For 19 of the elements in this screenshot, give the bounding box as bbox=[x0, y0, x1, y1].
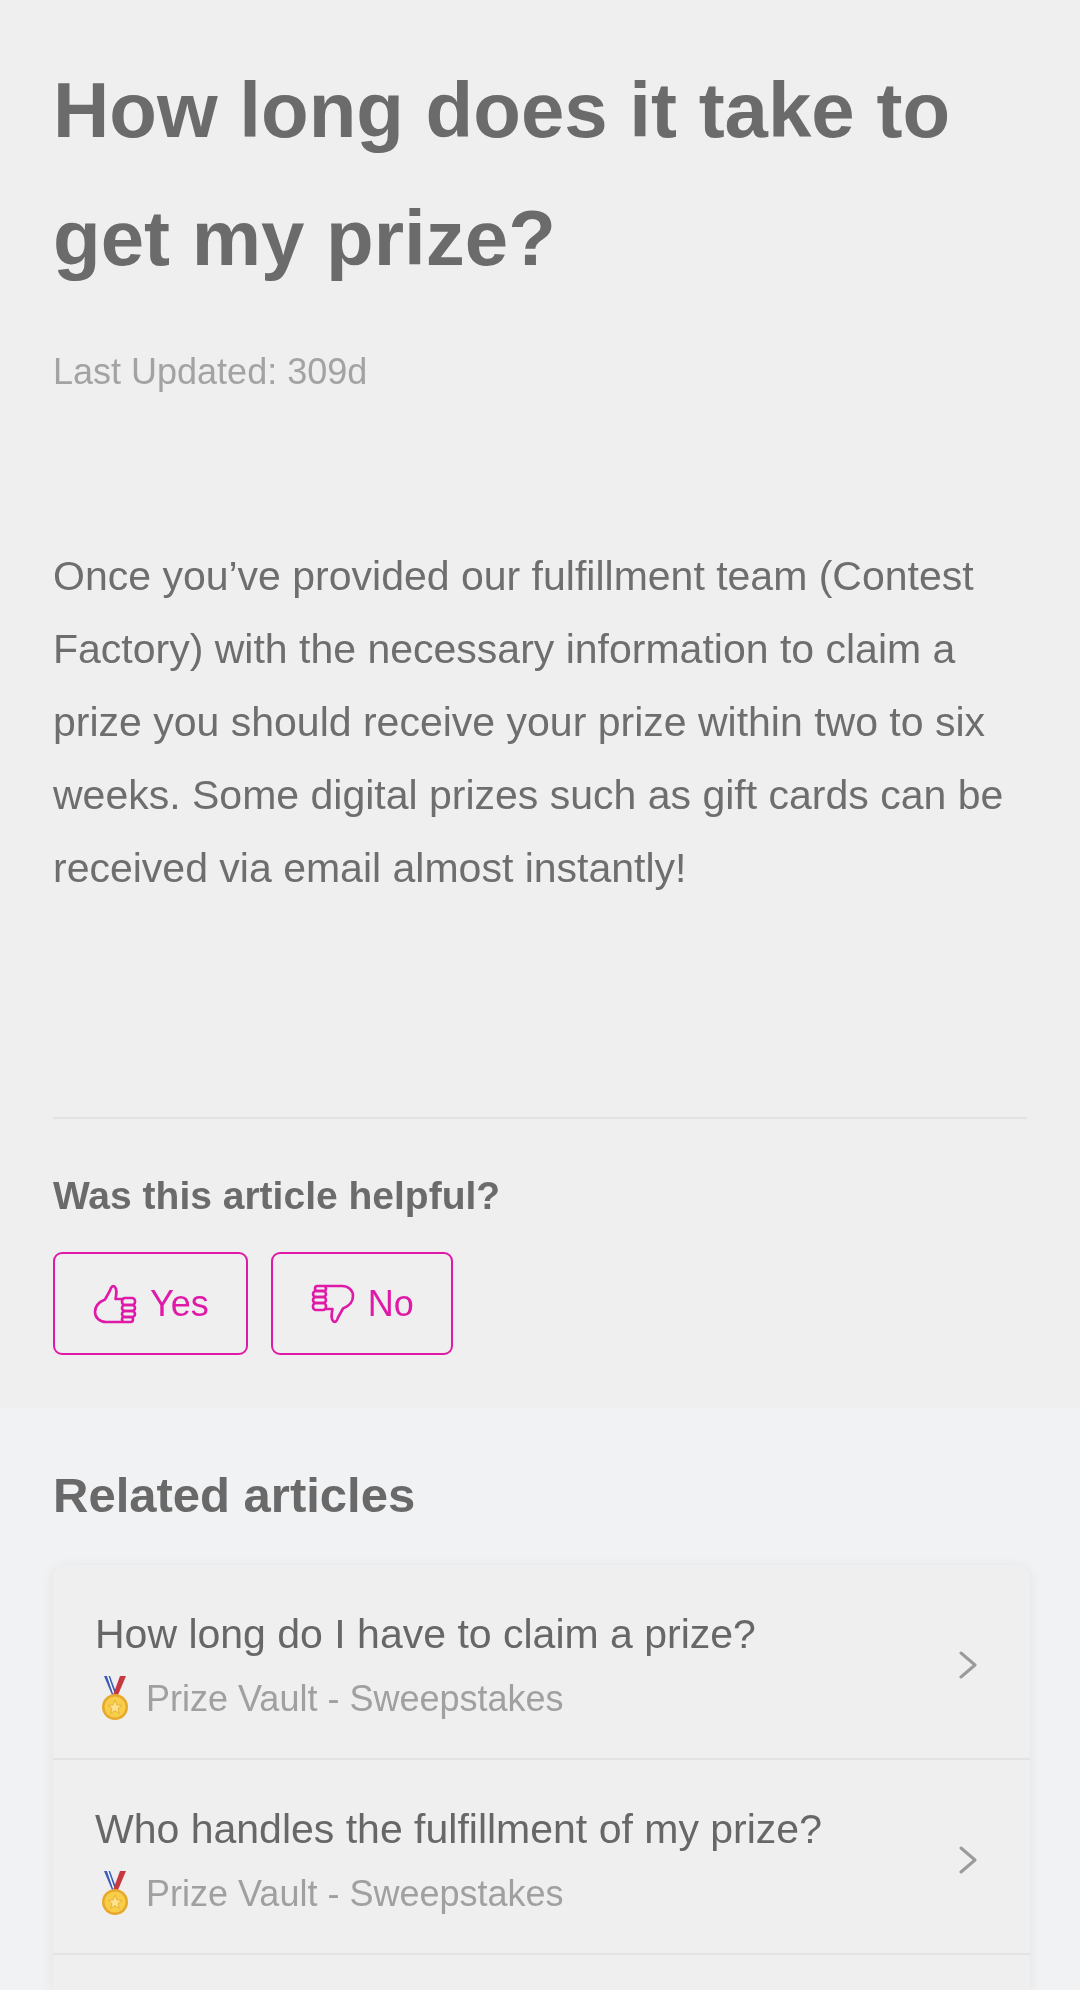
feedback-button[interactable]: No bbox=[270, 1252, 453, 1355]
chevron-right-icon bbox=[959, 1846, 977, 1874]
thumbs-up-icon bbox=[93, 1283, 137, 1324]
article-body: Once you’ve provided our fulfillment team (Contest Factory) with the necessary information to claim a prize you should receive your prize within two to six weeks. Some digital prizes such as gift cards can be received via email almost instantly! bbox=[53, 552, 1005, 893]
medal-icon bbox=[99, 1871, 131, 1916]
feedback-button[interactable]: Yes bbox=[53, 1252, 248, 1355]
article-category: Prize Vault - Sweepstakes bbox=[146, 1676, 564, 1721]
last-updated-text: Last Updated: 309d bbox=[53, 350, 369, 394]
medal-icon bbox=[99, 1676, 131, 1721]
article-title: How long does it take to get my prize? bbox=[53, 65, 952, 284]
thumbs-down-icon bbox=[310, 1283, 355, 1324]
article-category: Prize Vault - Sweepstakes bbox=[146, 1871, 564, 1916]
related-article-item[interactable]: Who handles the fulfillment of my prize? Prize Vault - Sweepstakes bbox=[53, 1760, 1030, 1955]
related-article-item[interactable]: How long do I have to claim a prize? Prize Vault - Sweepstakes bbox=[53, 1565, 1030, 1760]
related-articles-heading: Related articles bbox=[53, 1467, 417, 1524]
related-article-title: Who handles the fulfillment of my prize? bbox=[95, 1805, 822, 1854]
related-article-title: How long do I have to claim a prize? bbox=[95, 1610, 756, 1659]
feedback-question: Was this article helpful? bbox=[53, 1173, 502, 1219]
chevron-right-icon bbox=[959, 1651, 977, 1679]
